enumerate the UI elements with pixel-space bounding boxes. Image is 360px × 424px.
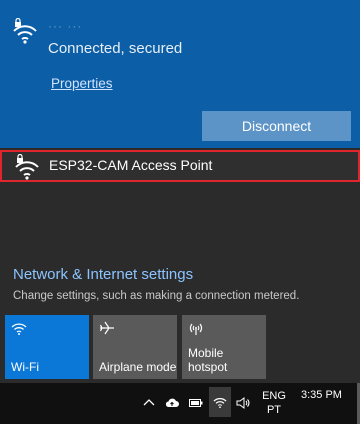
network-name: ESP32-CAM Access Point bbox=[49, 157, 213, 173]
tile-label: Wi-Fi bbox=[11, 360, 39, 374]
properties-link[interactable]: Properties bbox=[51, 76, 113, 91]
mobile-hotspot-tile[interactable]: Mobile hotspot bbox=[182, 315, 266, 379]
tile-label-line: Mobile bbox=[188, 346, 224, 360]
language-indicator[interactable]: ENG PT bbox=[260, 389, 288, 417]
airplane-mode-tile[interactable]: Airplane mode bbox=[93, 315, 177, 379]
network-settings-link[interactable]: Network & Internet settings bbox=[13, 266, 193, 283]
language-code: ENG bbox=[262, 390, 286, 402]
cloud-upload-icon[interactable] bbox=[164, 395, 180, 411]
clock[interactable]: 3:35 PM bbox=[301, 389, 342, 401]
wifi-toggle-tile[interactable]: Wi-Fi bbox=[5, 315, 89, 379]
wifi-secured-icon bbox=[14, 154, 40, 180]
airplane-icon bbox=[99, 320, 115, 336]
tile-label: Airplane mode bbox=[99, 360, 177, 374]
connection-status: Connected, secured bbox=[48, 40, 183, 57]
keyboard-layout: PT bbox=[266, 404, 282, 416]
network-settings-description: Change settings, such as making a connec… bbox=[13, 290, 300, 302]
disconnect-button[interactable]: Disconnect bbox=[202, 111, 351, 141]
network-item-esp32-cam[interactable]: ESP32-CAM Access Point bbox=[0, 150, 360, 182]
volume-icon[interactable] bbox=[235, 395, 251, 411]
hotspot-icon bbox=[188, 320, 204, 336]
tile-label-line: hotspot bbox=[188, 360, 228, 374]
wifi-secured-icon bbox=[12, 18, 38, 44]
network-name-redacted: ··· ··· bbox=[48, 19, 83, 33]
wifi-icon bbox=[11, 320, 27, 336]
taskbar: ENG PT 3:35 PM bbox=[0, 383, 360, 424]
connected-network-panel[interactable]: ··· ··· Connected, secured Properties Di… bbox=[0, 0, 360, 148]
tile-label: Mobile hotspot bbox=[188, 346, 227, 374]
wifi-tray-icon[interactable] bbox=[209, 387, 231, 417]
chevron-up-icon[interactable] bbox=[141, 395, 157, 411]
battery-icon[interactable] bbox=[188, 395, 204, 411]
network-flyout: ··· ··· Connected, secured Properties Di… bbox=[0, 0, 360, 424]
